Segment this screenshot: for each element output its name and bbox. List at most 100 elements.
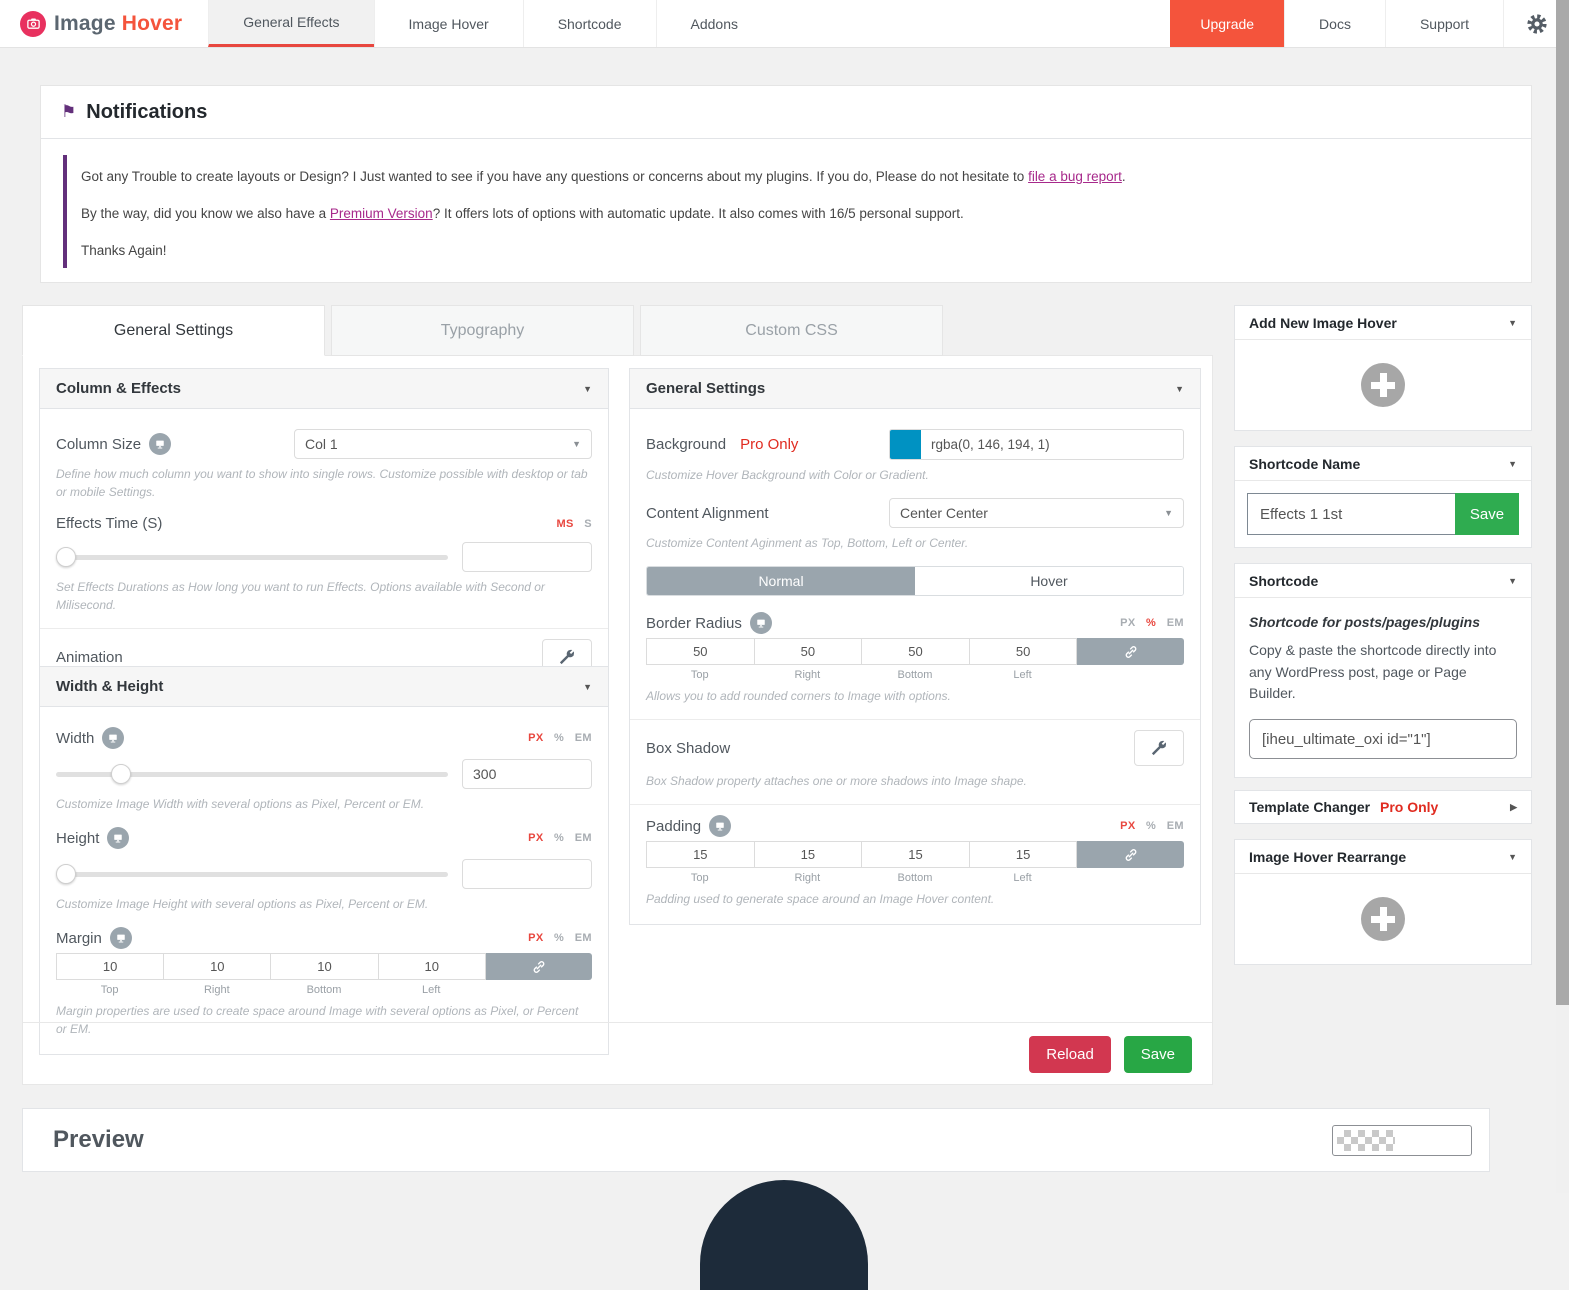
width-slider[interactable] (56, 761, 448, 787)
caret-down-icon: ▼ (583, 682, 592, 692)
nav-tab-shortcode[interactable]: Shortcode (523, 0, 656, 47)
add-new-image-hover-card: Add New Image Hover ▼ (1234, 305, 1532, 431)
nav-tab-addons[interactable]: Addons (656, 0, 772, 47)
shortcode-card: Shortcode ▼ Shortcode for posts/pages/pl… (1234, 563, 1532, 778)
bug-report-link[interactable]: file a bug report (1028, 169, 1122, 184)
box-shadow-wrench-button[interactable] (1134, 730, 1184, 766)
shortcode-name-save-button[interactable]: Save (1455, 493, 1519, 535)
caret-right-icon: ▶ (1510, 802, 1517, 813)
width-label: Width (56, 730, 94, 747)
width-desc: Customize Image Width with several optio… (56, 795, 592, 813)
color-swatch[interactable] (890, 430, 921, 459)
add-new-plus-icon[interactable] (1361, 363, 1405, 407)
margin-units[interactable]: PX % EM (521, 932, 592, 944)
content-alignment-select[interactable]: Center Center ▼ (889, 498, 1184, 528)
border-radius-right-input[interactable] (754, 638, 863, 665)
support-button[interactable]: Support (1385, 0, 1503, 47)
shortcode-name-input[interactable] (1247, 493, 1455, 535)
device-help-icon[interactable] (750, 612, 772, 634)
link-icon (532, 960, 546, 974)
device-help-icon[interactable] (149, 433, 171, 455)
border-radius-link-toggle[interactable] (1077, 638, 1184, 665)
padding-bottom-input[interactable] (861, 841, 970, 868)
top-navbar: Image Hover General Effects Image Hover … (0, 0, 1569, 48)
chevron-down-icon: ▼ (572, 439, 581, 449)
border-radius-top-input[interactable] (646, 638, 755, 665)
hover-state-button[interactable]: Hover (915, 567, 1183, 595)
padding-units[interactable]: PX % EM (1113, 820, 1184, 832)
slider-handle[interactable] (111, 764, 131, 784)
width-units[interactable]: PX % EM (521, 732, 592, 744)
scrollbar-thumb[interactable] (1556, 0, 1569, 1005)
preview-transparency-input[interactable] (1332, 1125, 1472, 1156)
save-button[interactable]: Save (1124, 1036, 1192, 1073)
wrench-icon (559, 649, 575, 665)
border-radius-bottom-input[interactable] (861, 638, 970, 665)
margin-link-toggle[interactable] (486, 953, 592, 980)
padding-left-input[interactable] (969, 841, 1078, 868)
background-desc: Customize Hover Background with Color or… (646, 466, 1184, 484)
device-help-icon[interactable] (102, 727, 124, 749)
notification-message: Got any Trouble to create layouts or Des… (63, 155, 1509, 268)
effects-time-label: Effects Time (S) (56, 515, 162, 532)
padding-right-input[interactable] (754, 841, 863, 868)
padding-inputs (646, 841, 1184, 868)
height-units[interactable]: PX % EM (521, 832, 592, 844)
tab-custom-css[interactable]: Custom CSS (640, 305, 943, 356)
premium-version-link[interactable]: Premium Version (330, 206, 433, 221)
height-input[interactable] (462, 859, 592, 889)
width-input[interactable] (462, 759, 592, 789)
effects-time-input[interactable] (462, 542, 592, 572)
add-new-header[interactable]: Add New Image Hover ▼ (1235, 306, 1531, 340)
nav-tab-image-hover[interactable]: Image Hover (374, 0, 523, 47)
padding-top-input[interactable] (646, 841, 755, 868)
margin-right-input[interactable] (163, 953, 271, 980)
device-help-icon[interactable] (709, 815, 731, 837)
padding-label: Padding (646, 818, 701, 835)
normal-state-button[interactable]: Normal (647, 567, 915, 595)
brand-name: Image Hover (54, 12, 182, 36)
border-radius-left-input[interactable] (969, 638, 1078, 665)
shortcode-code-box[interactable]: [iheu_ultimate_oxi id="1"] (1249, 719, 1517, 759)
rearrange-header[interactable]: Image Hover Rearrange ▼ (1235, 840, 1531, 874)
margin-bottom-input[interactable] (270, 953, 378, 980)
height-slider[interactable] (56, 861, 448, 887)
notifications-title: Notifications (86, 101, 207, 124)
shortcode-name-header[interactable]: Shortcode Name ▼ (1235, 447, 1531, 481)
caret-down-icon: ▼ (1508, 459, 1517, 469)
box-shadow-label: Box Shadow (646, 740, 730, 757)
pro-only-badge: Pro Only (740, 436, 798, 453)
template-changer-header[interactable]: Template Changer Pro Only ▶ (1235, 791, 1531, 823)
border-radius-label: Border Radius (646, 615, 742, 632)
rearrange-plus-icon[interactable] (1361, 897, 1405, 941)
image-hover-rearrange-card: Image Hover Rearrange ▼ (1234, 839, 1532, 965)
margin-label: Margin (56, 930, 102, 947)
shortcode-subtitle: Shortcode for posts/pages/plugins (1249, 614, 1517, 630)
upgrade-button[interactable]: Upgrade (1170, 0, 1284, 47)
shortcode-header[interactable]: Shortcode ▼ (1235, 564, 1531, 598)
general-settings-header[interactable]: General Settings ▼ (630, 369, 1200, 409)
column-effects-header[interactable]: Column & Effects ▼ (40, 369, 608, 409)
margin-inputs (56, 953, 592, 980)
tab-typography[interactable]: Typography (331, 305, 634, 356)
margin-top-input[interactable] (56, 953, 164, 980)
template-changer-card: Template Changer Pro Only ▶ (1234, 790, 1532, 824)
slider-handle[interactable] (56, 864, 76, 884)
column-size-select[interactable]: Col 1 ▼ (294, 429, 592, 459)
reload-button[interactable]: Reload (1029, 1036, 1111, 1073)
state-toggle: Normal Hover (646, 566, 1184, 596)
effects-time-slider[interactable] (56, 544, 448, 570)
device-help-icon[interactable] (110, 927, 132, 949)
slider-handle[interactable] (56, 547, 76, 567)
background-color-field[interactable]: rgba(0, 146, 194, 1) (889, 429, 1184, 460)
nav-tab-general-effects[interactable]: General Effects (208, 0, 373, 47)
padding-link-toggle[interactable] (1077, 841, 1184, 868)
page-scrollbar[interactable] (1556, 0, 1569, 1193)
effects-time-units[interactable]: MS S (549, 518, 592, 530)
width-height-header[interactable]: Width & Height ▼ (40, 667, 608, 707)
docs-button[interactable]: Docs (1284, 0, 1385, 47)
border-radius-units[interactable]: PX % EM (1113, 617, 1184, 629)
tab-general-settings[interactable]: General Settings (22, 305, 325, 356)
device-help-icon[interactable] (107, 827, 129, 849)
margin-left-input[interactable] (378, 953, 486, 980)
